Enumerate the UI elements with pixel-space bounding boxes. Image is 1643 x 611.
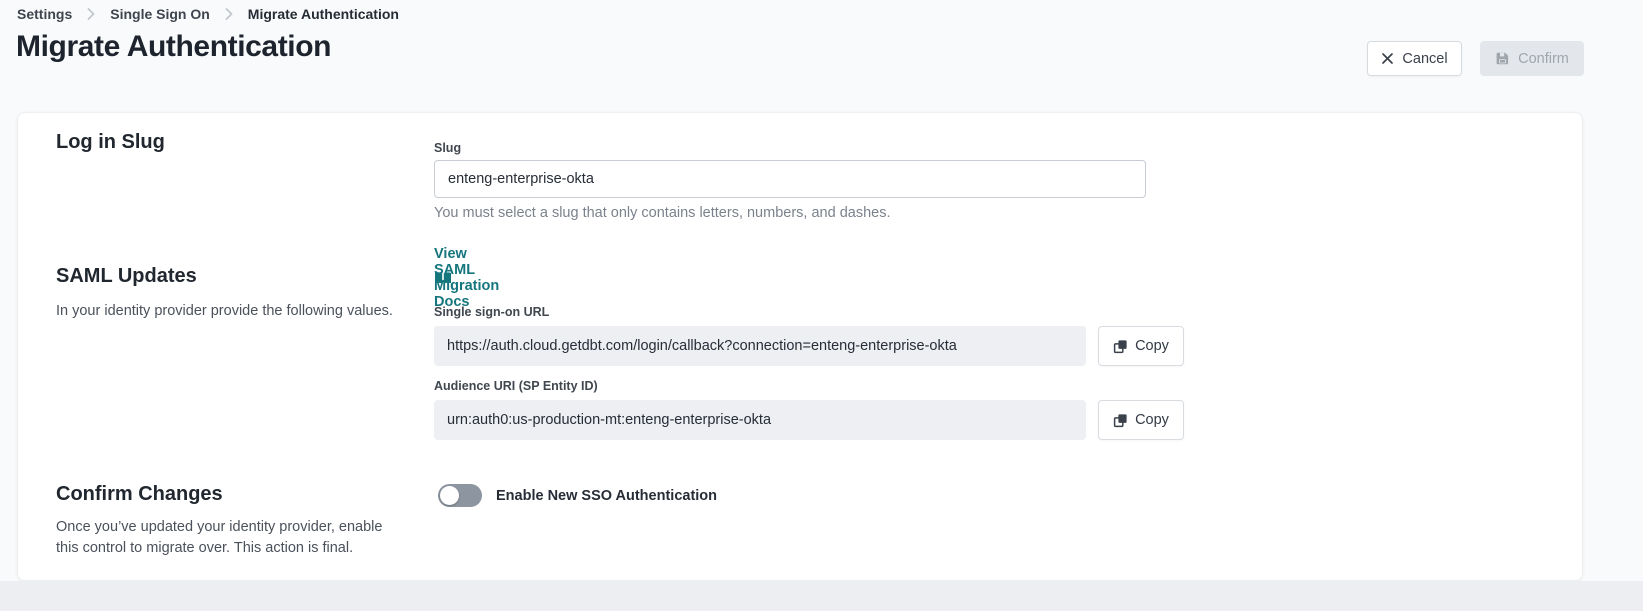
page-background-strip: [0, 581, 1643, 611]
breadcrumb: Settings Single Sign On Migrate Authenti…: [17, 6, 399, 22]
sso-url-field: https://auth.cloud.getdbt.com/login/call…: [434, 326, 1086, 366]
confirm-changes-description: Once you’ve updated your identity provid…: [56, 517, 408, 559]
audience-uri-field: urn:auth0:us-production-mt:enteng-enterp…: [434, 400, 1086, 440]
login-slug-heading: Log in Slug: [56, 131, 165, 154]
confirm-changes-heading: Confirm Changes: [56, 483, 223, 506]
copy-sso-url-button[interactable]: Copy: [1098, 326, 1184, 366]
page-title: Migrate Authentication: [16, 30, 331, 64]
cancel-button[interactable]: Cancel: [1367, 41, 1462, 76]
copy-icon: [1113, 339, 1128, 354]
copy-icon: [1113, 413, 1128, 428]
audience-uri-label: Audience URI (SP Entity ID): [434, 379, 598, 393]
saml-updates-heading: SAML Updates: [56, 265, 197, 288]
chevron-right-icon: [225, 8, 233, 20]
saml-updates-description: In your identity provider provide the fo…: [56, 301, 393, 322]
copy-audience-uri-button[interactable]: Copy: [1098, 400, 1184, 440]
view-saml-migration-docs-link[interactable]: View SAML Migration Docs: [434, 271, 452, 285]
save-icon: [1495, 51, 1510, 66]
copy-label: Copy: [1135, 338, 1169, 354]
sso-url-value: https://auth.cloud.getdbt.com/login/call…: [447, 338, 957, 354]
chevron-right-icon: [87, 8, 95, 20]
breadcrumb-settings[interactable]: Settings: [17, 6, 72, 22]
enable-sso-toggle-row: Enable New SSO Authentication: [438, 484, 717, 507]
audience-uri-value: urn:auth0:us-production-mt:enteng-enterp…: [447, 412, 771, 428]
confirm-button[interactable]: Confirm: [1480, 41, 1584, 76]
x-icon: [1381, 52, 1394, 65]
docs-link-label: View SAML Migration Docs: [434, 246, 499, 310]
slug-label: Slug: [434, 141, 461, 155]
confirm-label: Confirm: [1518, 51, 1569, 67]
sso-url-label: Single sign-on URL: [434, 305, 549, 319]
cancel-label: Cancel: [1402, 51, 1447, 67]
enable-sso-toggle[interactable]: [438, 484, 482, 507]
slug-input[interactable]: [434, 160, 1146, 198]
slug-help-text: You must select a slug that only contain…: [434, 205, 890, 221]
breadcrumb-single-sign-on[interactable]: Single Sign On: [110, 6, 210, 22]
toggle-knob: [440, 486, 459, 505]
enable-sso-toggle-label: Enable New SSO Authentication: [496, 488, 717, 504]
copy-label: Copy: [1135, 412, 1169, 428]
breadcrumb-migrate-authentication: Migrate Authentication: [248, 6, 399, 22]
migrate-authentication-card: Log in Slug Slug You must select a slug …: [17, 112, 1583, 581]
